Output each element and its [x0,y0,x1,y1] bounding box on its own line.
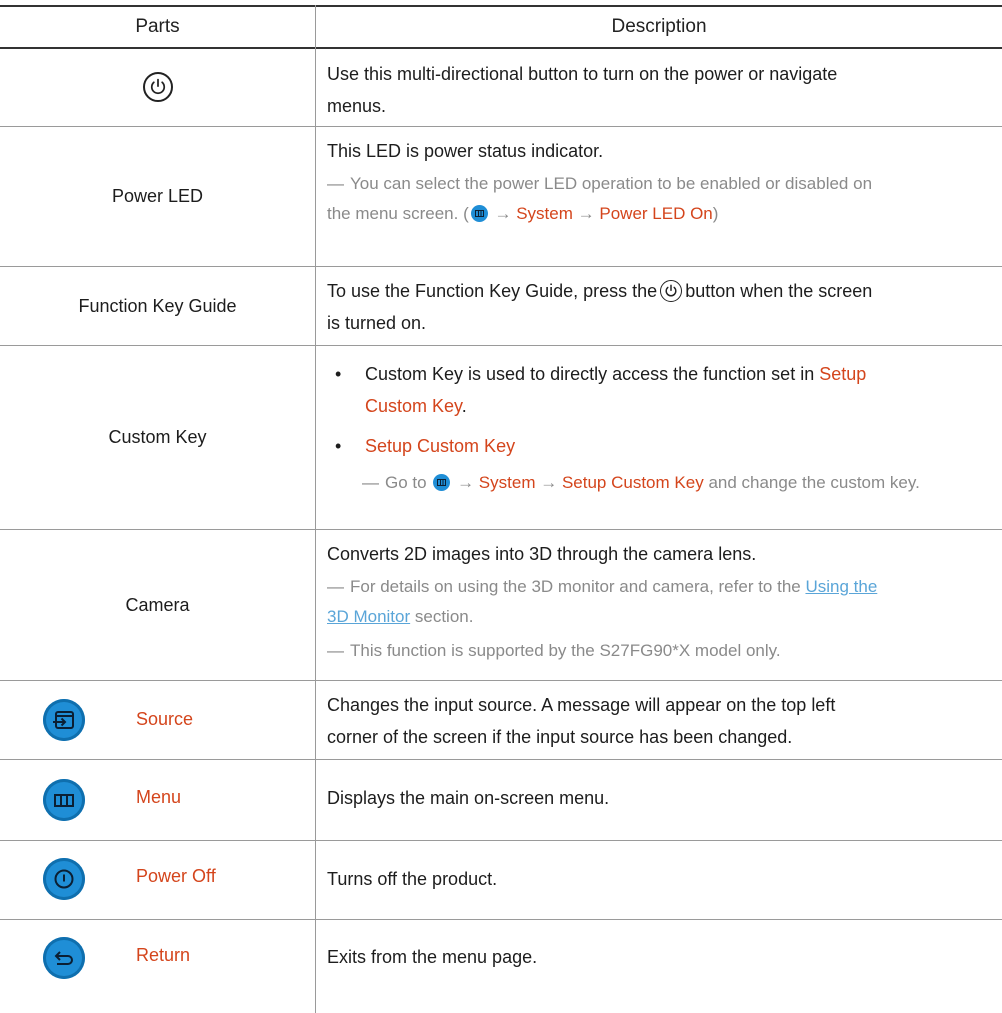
camera-support-note: ― This function is supported by the S27FG… [327,641,781,660]
row-divider [0,680,1002,681]
row-divider [0,919,1002,920]
desc-menu: Displays the main on-screen menu. [327,788,610,808]
menu-icon [470,205,488,222]
list-item: • Setup Custom Key [335,436,516,456]
column-divider [315,5,316,1013]
power-off-icon [43,858,85,900]
desc-source: Changes the input source. A message will… [327,695,836,747]
power-button-icon [142,72,173,102]
desc-power-led: This LED is power status indicator. ― You… [327,135,987,229]
list-item: • Custom Key is used to directly access … [335,364,867,416]
power-button-icon [660,280,683,302]
menu-grid-icon [43,779,85,821]
using-3d-monitor-link[interactable]: Using the [805,577,877,596]
using-3d-monitor-link[interactable]: 3D Monitor [327,607,410,626]
label-power-off: Power Off [136,866,216,886]
part-power-led: Power LED [111,186,204,206]
menu-path-power-led-on: Power LED On [599,204,713,223]
custom-key-note: ― Go to → System → Setup Custom Key and c… [362,473,920,492]
part-custom-key: Custom Key [108,427,207,447]
header-parts: Parts [135,16,180,37]
label-return: Return [136,945,191,965]
camera-note: ― For details on using the 3D monitor and… [327,577,878,596]
part-power-button [0,48,315,126]
source-input-icon [43,699,85,741]
desc-power-button: Use this multi-directional button to tur… [327,64,838,116]
menu-path-system: System [516,204,573,223]
part-camera: Camera [125,594,190,615]
header-description: Description [611,16,707,37]
desc-power-off: Turns off the product. [327,869,498,889]
return-arrow-icon [43,937,85,979]
desc-function-key-guide: To use the Function Key Guide, press the… [327,280,873,333]
part-function-key-guide: Function Key Guide [78,295,237,316]
desc-return: Exits from the menu page. [327,947,538,967]
menu-icon [433,474,451,491]
row-divider [0,840,1002,841]
power-led-note: ― You can select the power LED operation … [327,174,873,193]
desc-camera: Converts 2D images into 3D through the c… [327,538,987,666]
row-divider [0,759,1002,760]
label-source: Source [136,709,194,729]
parts-description-table: Parts Description Use this multi-directi… [0,0,1002,1013]
desc-custom-key: • Custom Key is used to directly access … [327,358,987,498]
label-menu: Menu [136,787,182,807]
